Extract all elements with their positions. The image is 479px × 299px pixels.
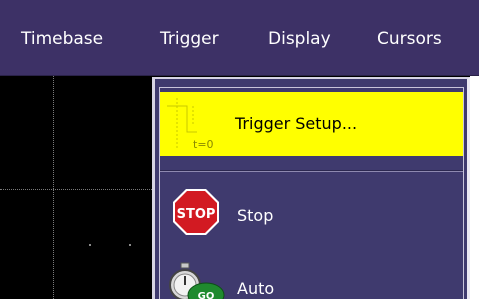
window-edge — [470, 76, 479, 299]
menu-bar: Timebase Trigger Display Cursors — [0, 0, 479, 76]
menu-timebase[interactable]: Timebase — [21, 28, 103, 50]
menu-display[interactable]: Display — [268, 28, 331, 50]
menu-item-label: Stop — [237, 206, 274, 225]
grid-dot — [129, 244, 131, 246]
menu-item-auto[interactable]: GO Auto — [160, 251, 463, 299]
trigger-setup-icon-text: t=0 — [193, 138, 214, 151]
grid-line-horizontal — [0, 189, 160, 190]
grid-line-vertical — [53, 76, 54, 299]
menu-item-label: Trigger Setup... — [235, 114, 358, 133]
auto-stopwatch-icon: GO — [169, 262, 225, 299]
menu-trigger[interactable]: Trigger — [160, 28, 219, 50]
menu-item-stop[interactable]: STOP Stop — [160, 179, 463, 245]
grid-dot — [89, 244, 91, 246]
trigger-dropdown-menu: t=0 Trigger Setup... STOP Stop GO Auto — [152, 77, 470, 299]
menu-item-trigger-setup[interactable]: t=0 Trigger Setup... — [160, 92, 463, 156]
menu-item-label: Auto — [237, 279, 275, 298]
trigger-setup-icon: t=0 — [167, 98, 214, 151]
menu-cursors[interactable]: Cursors — [377, 28, 442, 50]
menu-divider — [160, 170, 463, 172]
auto-icon-text: GO — [198, 291, 215, 299]
stop-icon-text: STOP — [177, 207, 216, 222]
stop-sign-icon: STOP — [173, 189, 219, 235]
